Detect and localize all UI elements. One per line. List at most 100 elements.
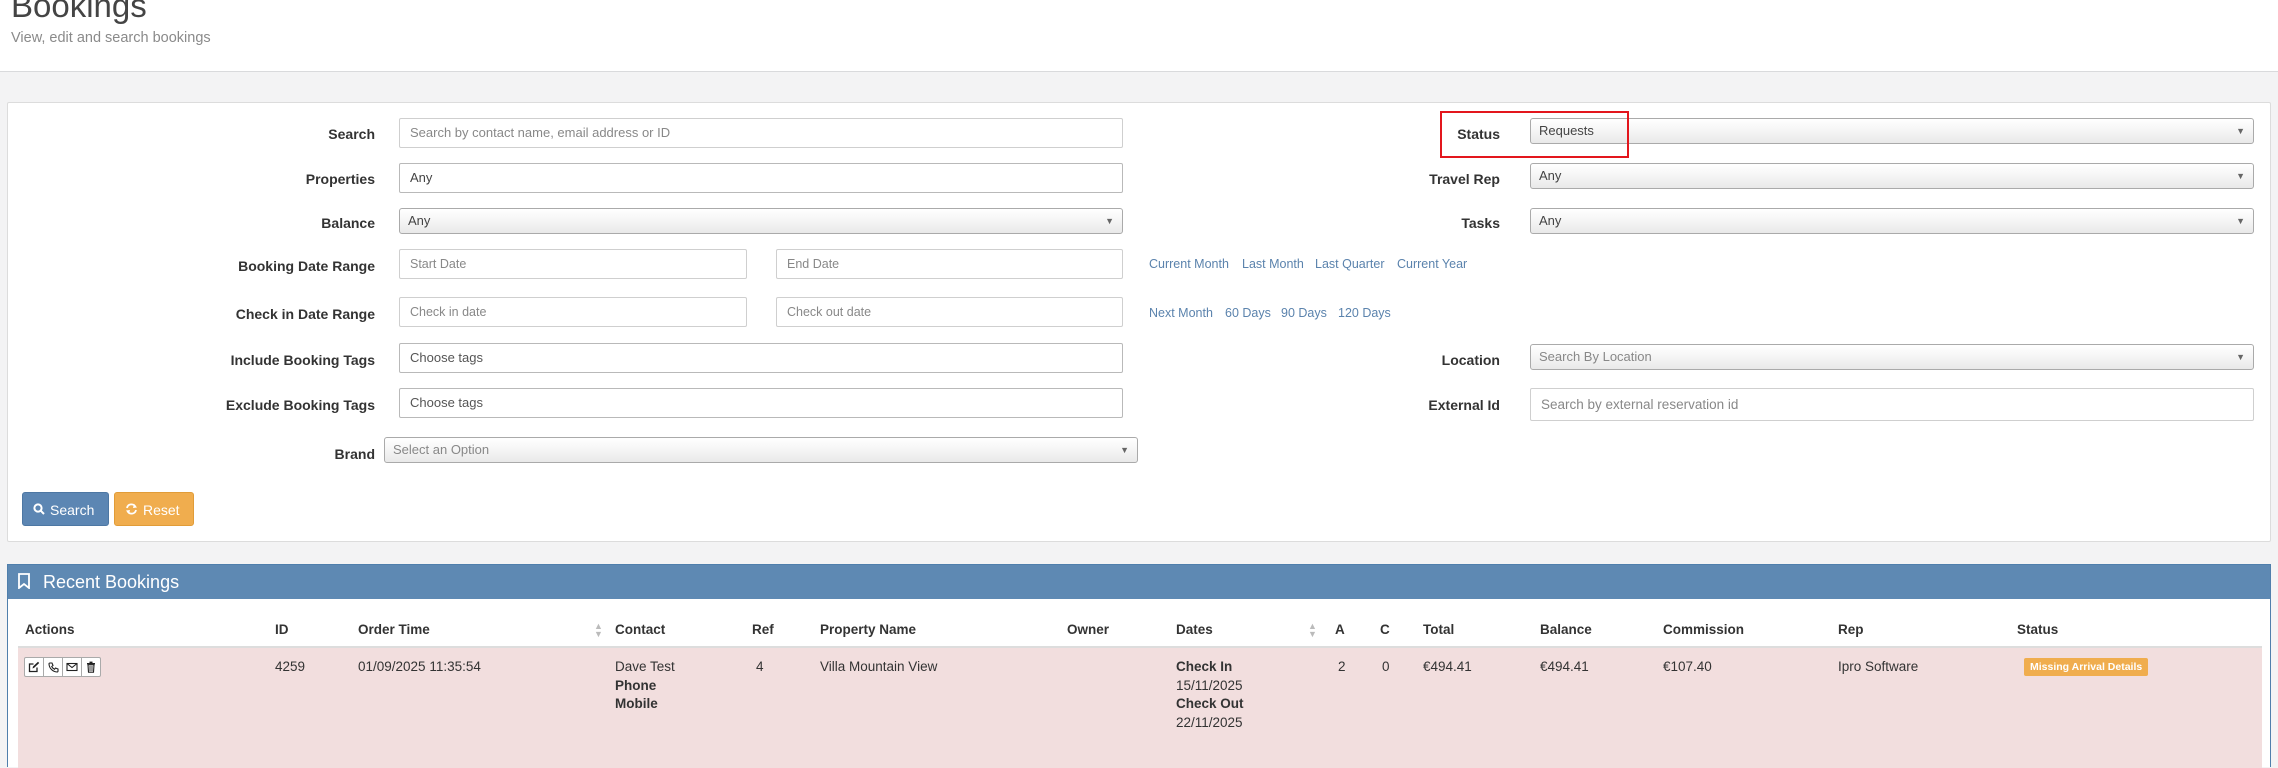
check-out-label: Check Out (1176, 696, 1244, 711)
status-badge: Missing Arrival Details (2024, 658, 2149, 676)
status-label: Status (1457, 126, 1500, 142)
refresh-icon (125, 494, 138, 528)
include-tags-input[interactable]: Choose tags (399, 343, 1123, 373)
reset-button-label: Reset (143, 502, 180, 518)
recent-bookings-header: Recent Bookings (8, 565, 2270, 599)
search-icon (33, 494, 45, 528)
recent-bookings-title: Recent Bookings (43, 572, 180, 592)
start-date-input[interactable]: Start Date (399, 249, 747, 279)
cell-id[interactable]: 4259 (275, 658, 305, 677)
quick-last-quarter[interactable]: Last Quarter (1315, 257, 1384, 271)
external-id-input[interactable]: Search by external reservation id (1530, 388, 2254, 421)
recent-bookings-panel: Recent Bookings Actions ID Order Time ▲ ▼… (7, 564, 2271, 768)
brand-placeholder: Select an Option (393, 442, 490, 457)
cell-dates: Check In 15/11/2025 Check Out 22/11/2025 (1176, 658, 1244, 732)
check-in-date-range-label: Check in Date Range (235, 306, 375, 322)
exclude-tags-label: Exclude Booking Tags (225, 397, 375, 413)
phone-icon[interactable] (43, 657, 63, 677)
tasks-value: Any (1539, 213, 1562, 228)
brand-label: Brand (334, 446, 375, 462)
col-property-name[interactable]: Property Name (820, 622, 916, 638)
cell-balance: €494.41 (1540, 659, 1589, 674)
col-status[interactable]: Status (2017, 622, 2058, 638)
tasks-select[interactable]: Any ▼ (1530, 208, 2254, 234)
contact-phone-label: Phone (615, 677, 657, 693)
col-balance[interactable]: Balance (1540, 622, 1592, 638)
col-contact[interactable]: Contact (615, 622, 665, 638)
location-label: Location (1441, 352, 1500, 368)
trash-icon[interactable] (81, 657, 101, 677)
sort-icon[interactable]: ▲ ▼ (1308, 622, 1317, 639)
cell-property-name[interactable]: Villa Mountain View (820, 658, 937, 677)
quick-current-month[interactable]: Current Month (1149, 257, 1229, 271)
cell-order-time: 01/09/2025 11:35:54 (358, 659, 481, 674)
col-children[interactable]: C (1380, 622, 1390, 638)
travel-rep-label: Travel Rep (1429, 171, 1500, 187)
col-ref[interactable]: Ref (752, 622, 774, 638)
cell-ref: 4 (756, 659, 764, 674)
check-in-date-input[interactable]: Check in date (399, 297, 747, 327)
page-title: Bookings (11, 0, 147, 24)
col-rep[interactable]: Rep (1838, 622, 1864, 638)
end-date-input[interactable]: End Date (776, 249, 1123, 279)
travel-rep-value: Any (1539, 168, 1562, 183)
include-tags-label: Include Booking Tags (230, 352, 375, 368)
check-out-date-input[interactable]: Check out date (776, 297, 1123, 327)
table-row[interactable] (18, 648, 2262, 768)
chevron-down-icon: ▼ (1120, 445, 1129, 455)
location-select[interactable]: Search By Location ▼ (1530, 344, 2254, 370)
search-button-label: Search (50, 502, 95, 518)
brand-select[interactable]: Select an Option ▼ (384, 437, 1138, 463)
col-commission[interactable]: Commission (1663, 622, 1744, 638)
travel-rep-select[interactable]: Any ▼ (1530, 163, 2254, 189)
col-order-time[interactable]: Order Time (358, 622, 430, 638)
bookmark-icon (18, 573, 30, 590)
cell-total: €494.41 (1423, 659, 1472, 674)
quick-next-month[interactable]: Next Month (1149, 306, 1213, 320)
check-in-date: 15/11/2025 (1176, 677, 1243, 693)
quick-120-days[interactable]: 120 Days (1338, 306, 1391, 320)
search-button[interactable]: Search (22, 492, 109, 526)
quick-current-year[interactable]: Current Year (1397, 257, 1467, 271)
quick-90-days[interactable]: 90 Days (1281, 306, 1327, 320)
external-id-label: External Id (1428, 397, 1500, 413)
balance-label: Balance (321, 215, 375, 231)
exclude-tags-input[interactable]: Choose tags (399, 388, 1123, 418)
check-out-date: 22/11/2025 (1176, 714, 1243, 730)
tasks-label: Tasks (1461, 215, 1500, 231)
search-filters-panel: Search Search by contact name, email add… (7, 102, 2271, 542)
chevron-down-icon: ▼ (2236, 352, 2245, 362)
cell-commission: €107.40 (1663, 659, 1712, 674)
col-adults[interactable]: A (1335, 622, 1345, 638)
page-subtitle: View, edit and search bookings (11, 30, 211, 46)
cell-rep: Ipro Software (1838, 659, 1919, 674)
sort-icon[interactable]: ▲ ▼ (594, 622, 603, 639)
row-actions (24, 657, 101, 677)
properties-label: Properties (305, 171, 375, 187)
status-select[interactable]: Requests ▼ (1530, 118, 2254, 144)
col-id[interactable]: ID (275, 622, 289, 638)
quick-last-month[interactable]: Last Month (1242, 257, 1304, 271)
chevron-down-icon: ▼ (2236, 126, 2245, 136)
quick-60-days[interactable]: 60 Days (1225, 306, 1271, 320)
search-label: Search (328, 126, 375, 142)
balance-select[interactable]: Any ▼ (399, 208, 1123, 234)
cell-contact: Dave Test Phone Mobile (615, 658, 675, 714)
chevron-down-icon: ▼ (2236, 216, 2245, 226)
col-dates[interactable]: Dates (1176, 622, 1213, 638)
page-header: Bookings View, edit and search bookings (0, 0, 2278, 72)
location-placeholder: Search By Location (1539, 349, 1652, 364)
status-value: Requests (1539, 123, 1594, 138)
col-total[interactable]: Total (1423, 622, 1454, 638)
balance-value: Any (408, 213, 431, 228)
search-input[interactable]: Search by contact name, email address or… (399, 118, 1123, 148)
chevron-down-icon: ▼ (1105, 216, 1114, 226)
reset-button[interactable]: Reset (114, 492, 194, 526)
chevron-down-icon: ▼ (2236, 171, 2245, 181)
contact-name[interactable]: Dave Test (615, 658, 675, 677)
properties-select[interactable]: Any (399, 163, 1123, 193)
cell-adults: 2 (1338, 659, 1346, 674)
email-icon[interactable] (62, 657, 82, 677)
col-owner[interactable]: Owner (1067, 622, 1109, 638)
edit-icon[interactable] (24, 657, 44, 677)
